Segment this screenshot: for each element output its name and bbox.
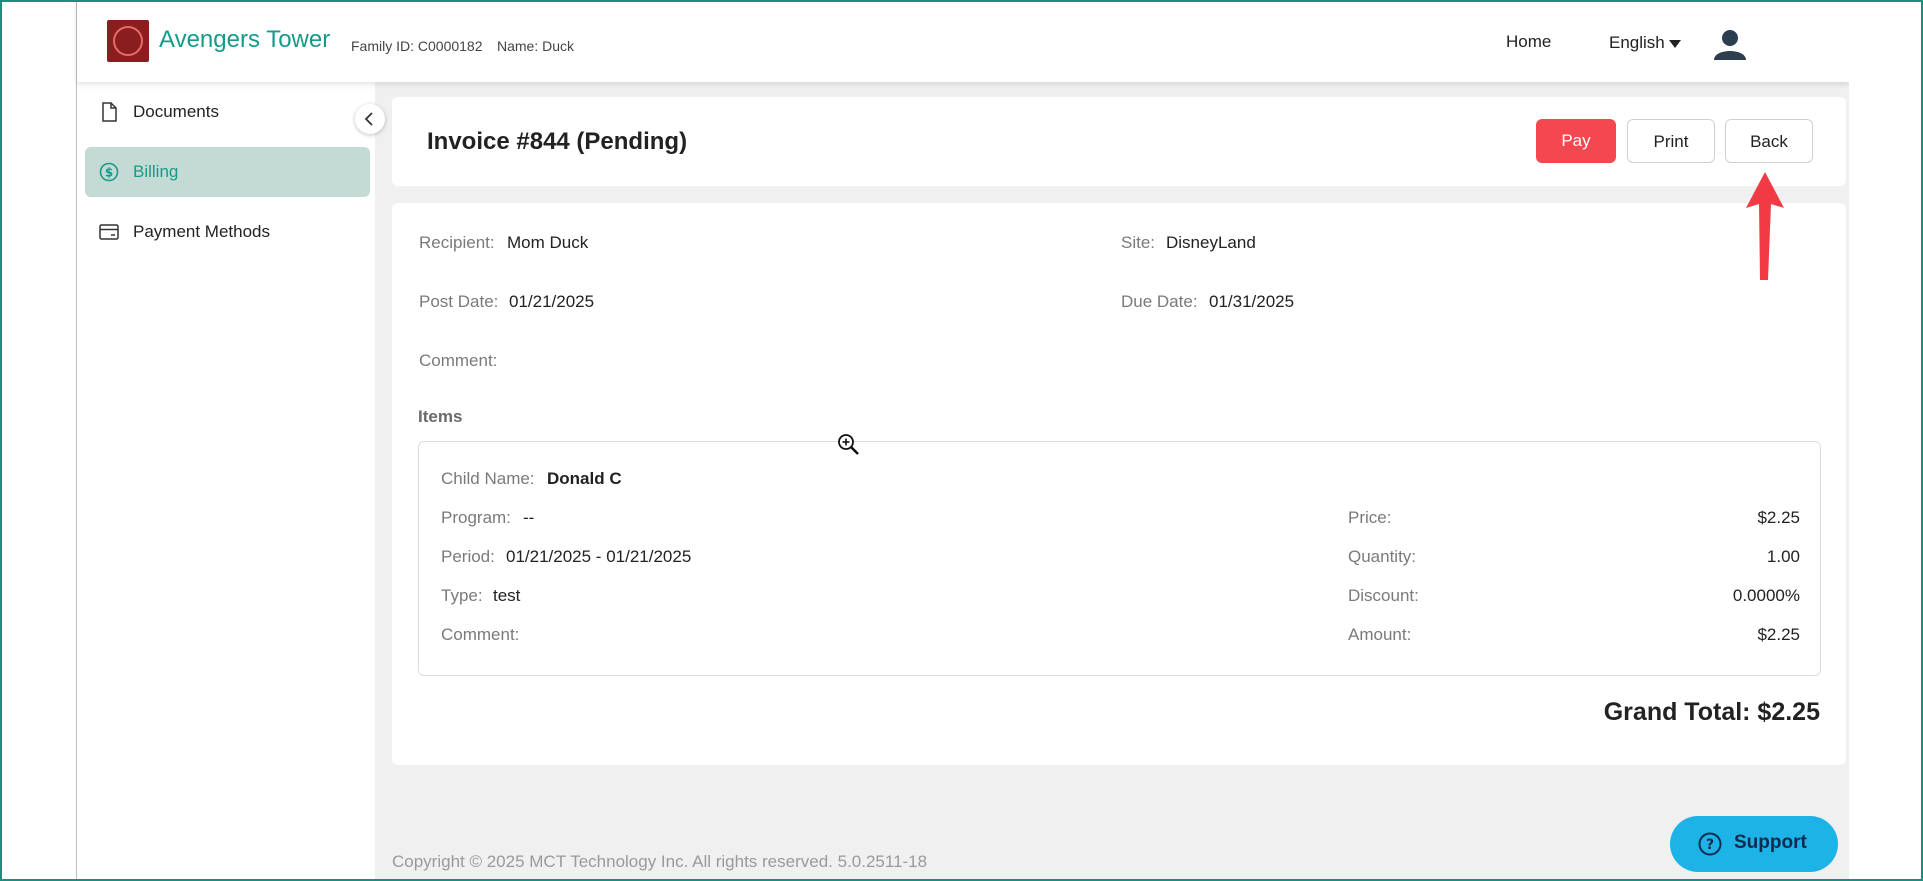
brand-logo[interactable]: [107, 20, 149, 62]
sidebar-item-label: Payment Methods: [133, 222, 271, 241]
chevron-down-icon[interactable]: [1669, 40, 1681, 48]
document-icon: [102, 102, 117, 122]
due-date-label: Due Date:: [1121, 292, 1198, 311]
due-date-value: 01/31/2025: [1209, 292, 1295, 311]
annotation-arrow: [1746, 172, 1784, 280]
credit-card-icon: [99, 224, 119, 240]
help-circle-icon: ?: [1698, 832, 1722, 856]
sidebar-collapse-button[interactable]: [355, 104, 385, 134]
family-id: Family ID: C0000182: [351, 38, 483, 54]
recipient-label: Recipient:: [419, 233, 495, 252]
dollar-circle-icon: $: [99, 162, 119, 182]
right-margin: [1849, 0, 1923, 881]
sidebar-item-label: Billing: [133, 162, 179, 181]
sidebar: Documents $ Billing Payment Methods: [77, 82, 375, 881]
footer-copyright: Copyright © 2025 MCT Technology Inc. All…: [392, 852, 928, 871]
recipient-value: Mom Duck: [507, 233, 589, 252]
amount-label: Amount:: [1348, 625, 1412, 644]
site-value: DisneyLand: [1166, 233, 1256, 252]
sidebar-item-billing[interactable]: $ Billing: [85, 147, 370, 197]
svg-text:$: $: [105, 166, 113, 180]
top-header: Avengers Tower Family ID: C0000182 Name:…: [77, 0, 1849, 82]
discount-label: Discount:: [1348, 586, 1419, 605]
post-date-label: Post Date:: [419, 292, 499, 311]
language-select[interactable]: English: [1609, 33, 1665, 53]
post-date-value: 01/21/2025: [509, 292, 595, 311]
support-label: Support: [1734, 832, 1807, 853]
comment-label: Comment:: [419, 351, 498, 370]
period-label: Period:: [441, 547, 495, 566]
page-title: Invoice #844 (Pending): [427, 128, 688, 155]
child-name-label: Child Name:: [441, 469, 535, 488]
type-value: test: [493, 586, 521, 605]
quantity-value: 1.00: [1766, 547, 1800, 566]
price-label: Price:: [1348, 508, 1392, 527]
sidebar-item-documents[interactable]: Documents: [85, 87, 370, 137]
item-comment-label: Comment:: [441, 625, 520, 644]
brand-name[interactable]: Avengers Tower: [159, 26, 330, 54]
period-value: 01/21/2025 - 01/21/2025: [506, 547, 692, 566]
user-avatar-icon[interactable]: [1712, 28, 1748, 60]
svg-text:?: ?: [1706, 837, 1714, 853]
back-button[interactable]: Back: [1725, 119, 1813, 163]
pay-button[interactable]: Pay: [1536, 119, 1616, 163]
zoom-cursor-icon: [838, 434, 859, 455]
print-button[interactable]: Print: [1627, 119, 1715, 163]
sidebar-item-payment-methods[interactable]: Payment Methods: [85, 207, 370, 257]
amount-value: $2.25: [1757, 625, 1800, 644]
discount-value: 0.0000%: [1732, 586, 1800, 605]
chevron-left-icon: [364, 112, 373, 126]
program-value: --: [523, 508, 535, 527]
price-value: $2.25: [1757, 508, 1800, 527]
child-name-value: Donald C: [547, 469, 622, 488]
support-button[interactable]: ? Support: [1670, 816, 1838, 872]
program-label: Program:: [441, 508, 511, 527]
quantity-label: Quantity:: [1348, 547, 1417, 566]
grand-total: Grand Total: $2.25: [1603, 698, 1820, 726]
sidebar-item-label: Documents: [133, 102, 219, 121]
family-name: Name: Duck: [497, 38, 575, 54]
items-heading: Items: [418, 407, 463, 426]
site-label: Site:: [1121, 233, 1156, 252]
type-label: Type:: [441, 586, 483, 605]
nav-home-link[interactable]: Home: [1506, 32, 1551, 52]
